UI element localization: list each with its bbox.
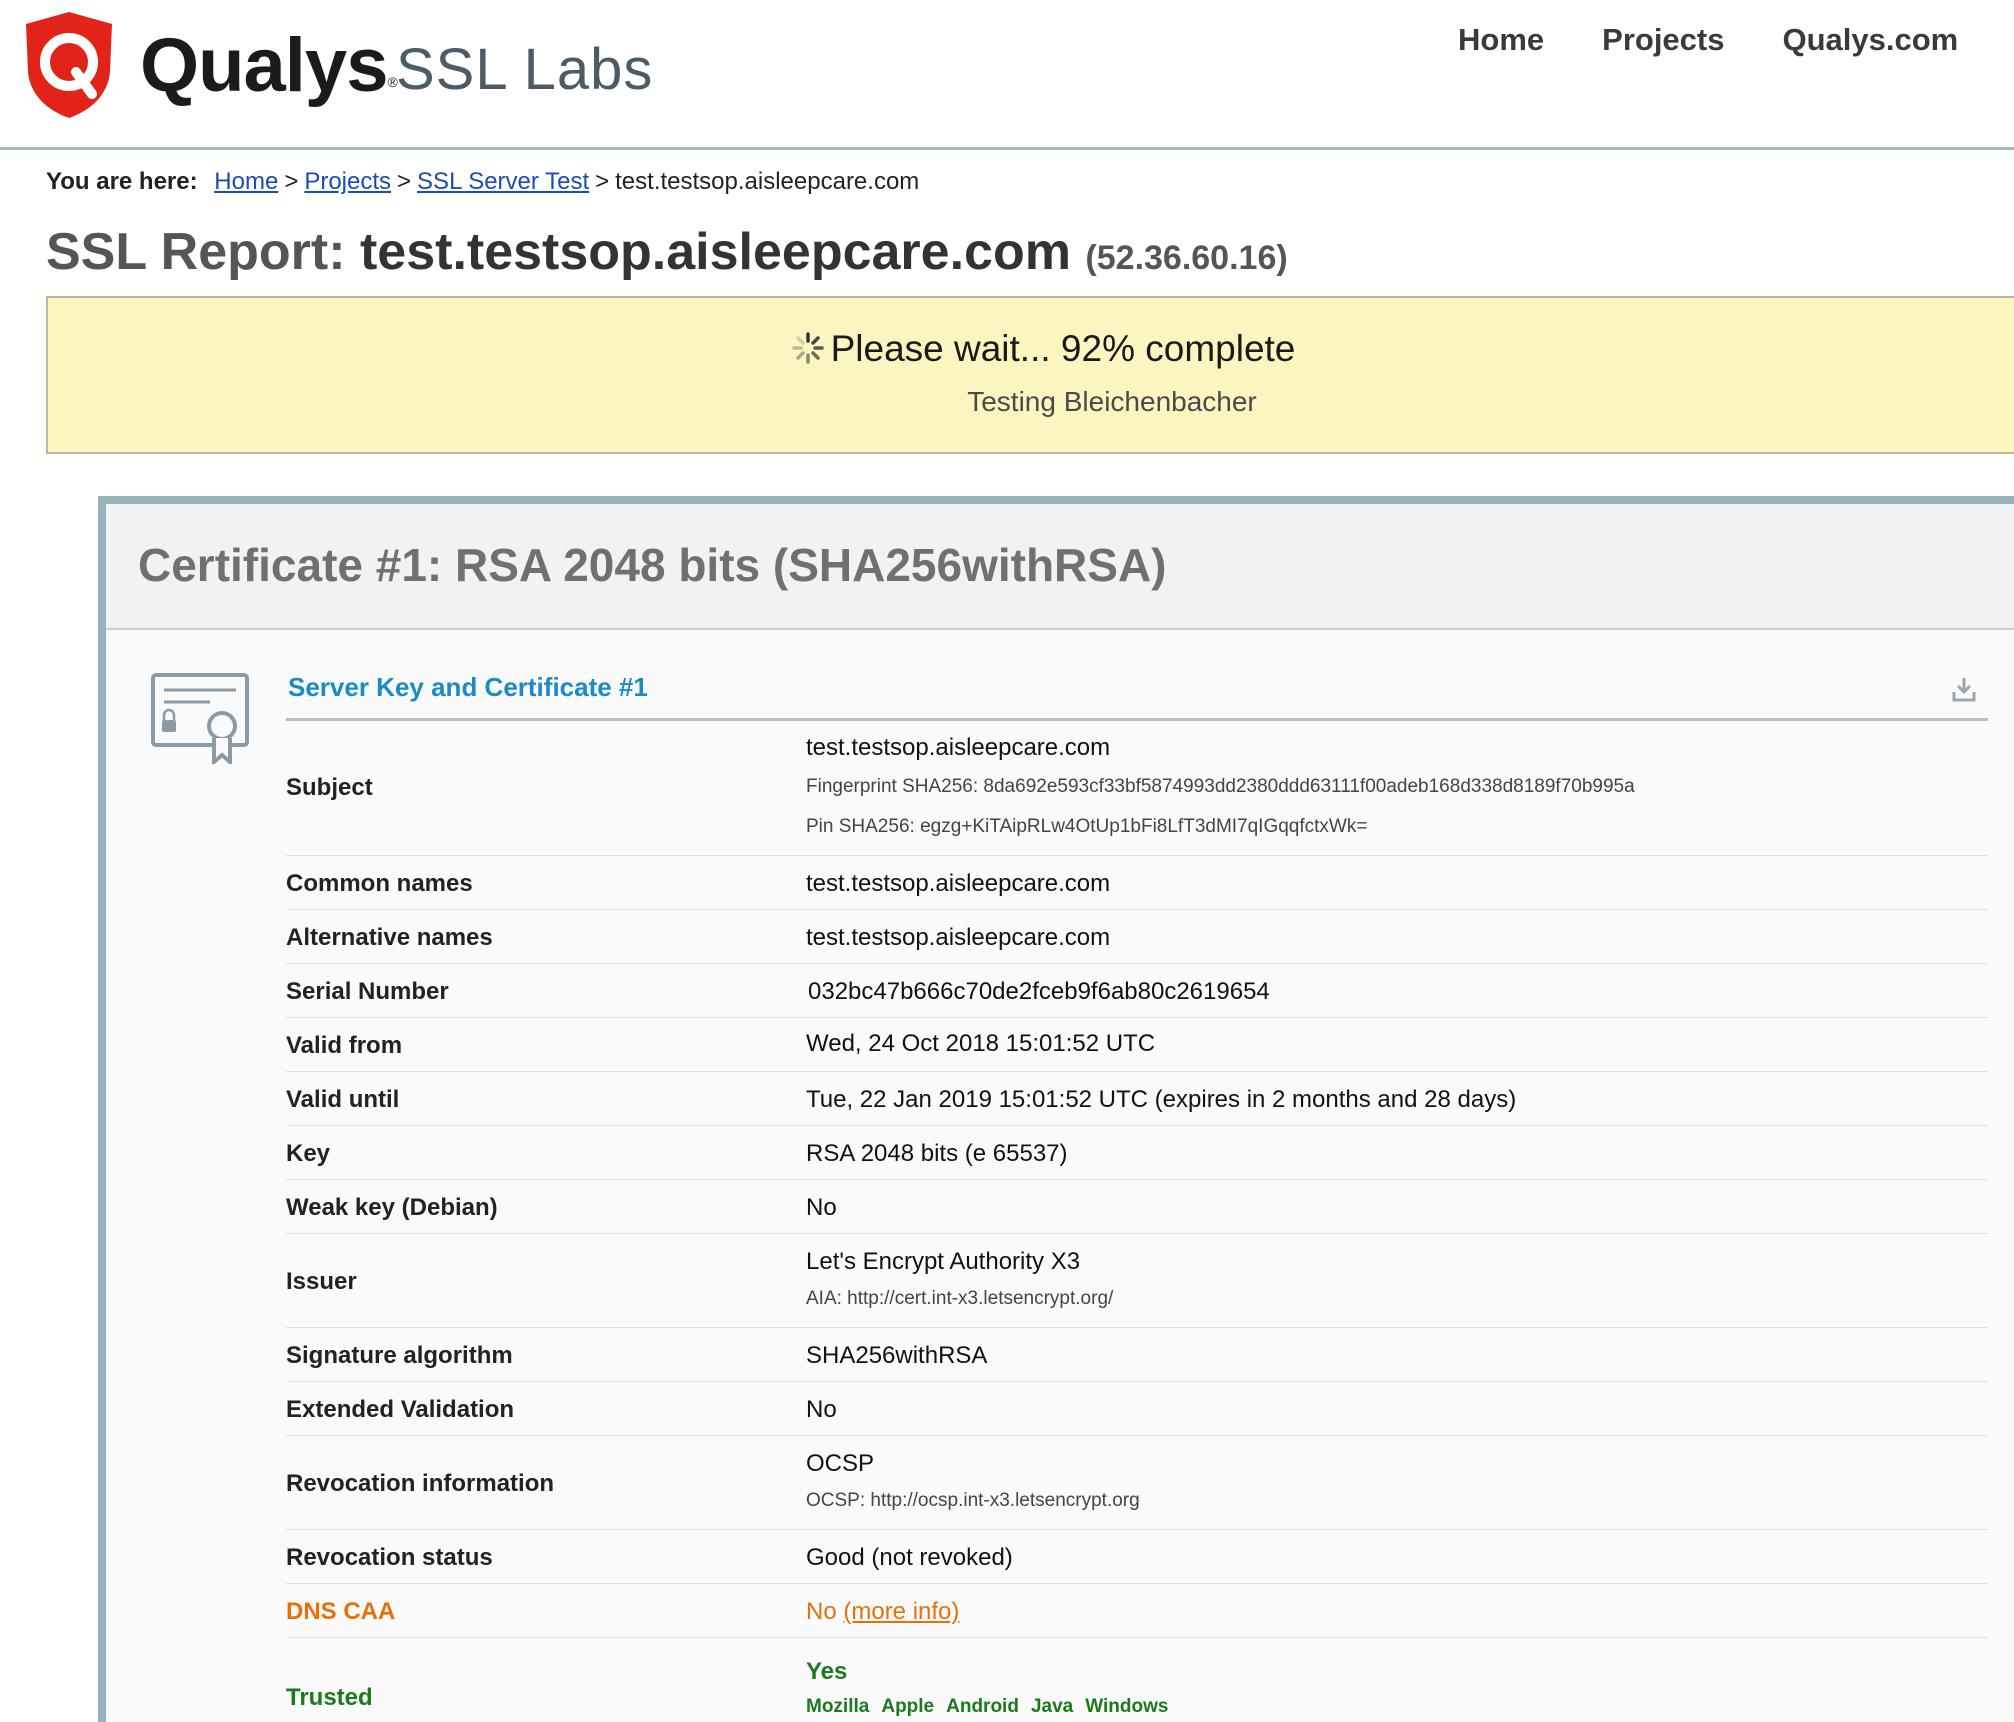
nav-qualys-com[interactable]: Qualys.com [1782,22,1958,58]
row-weak-key: Weak key (Debian) No [286,1180,1988,1234]
weak-key-label: Weak key (Debian) [286,1194,498,1221]
breadcrumb-home[interactable]: Home [214,168,278,195]
section-divider [286,718,1988,721]
dns-caa-more-info-link[interactable]: (more info) [843,1598,959,1625]
top-nav: Home Projects Qualys.com C [1458,22,2014,58]
breadcrumb: You are here: Home > Projects > SSL Server T… [46,168,919,196]
row-valid-from: Valid from Wed, 24 Oct 2018 15:01:52 UTC [286,1018,1988,1072]
trust-store-android: Android [946,1696,1019,1717]
page-title: SSL Report: test.testsop.aisleepcare.com… [46,222,1288,282]
subject-value: test.testsop.aisleepcare.com [806,734,1111,761]
sig-alg-value: SHA256withRSA [806,1342,988,1369]
issuer-value: Let's Encrypt Authority X3 [806,1248,1081,1275]
valid-until-value: Tue, 22 Jan 2019 15:01:52 UTC (expires i… [806,1086,1517,1113]
progress-status: Testing Bleichenbacher [967,386,1257,417]
issuer-aia: AIA: http://cert.int-x3.letsencrypt.org/ [806,1288,1114,1309]
trusted-value: Yes [806,1658,848,1685]
common-names-value: test.testsop.aisleepcare.com [806,870,1111,897]
sig-alg-label: Signature algorithm [286,1342,513,1369]
row-signature-algorithm: Signature algorithm SHA256withRSA [286,1328,1988,1382]
certificate-icon [151,673,249,764]
breadcrumb-separator: > [595,168,610,195]
row-dns-caa: DNS CAA No (more info) [286,1584,1988,1638]
certificate-header: Certificate #1: RSA 2048 bits (SHA256wit… [106,504,2014,630]
section-title: Server Key and Certificate #1 [288,672,648,702]
ev-label: Extended Validation [286,1396,515,1423]
trust-store-java: Java [1030,1696,1074,1717]
trust-store-windows: Windows [1085,1696,1169,1717]
revocation-info-value: OCSP [806,1450,875,1477]
subject-fingerprint: Fingerprint SHA256: 8da692e593cf33bf5874… [806,776,1635,797]
product-name: SSL Labs [396,37,654,102]
trust-store-apple: Apple [881,1696,935,1717]
row-valid-until: Valid until Tue, 22 Jan 2019 15:01:52 UT… [286,1072,1988,1126]
nav-projects[interactable]: Projects [1602,22,1724,58]
valid-from-label: Valid from [286,1032,403,1059]
dns-caa-status: No [806,1598,837,1625]
row-common-names: Common names test.testsop.aisleepcare.co… [286,856,1988,910]
key-value: RSA 2048 bits (e 65537) [806,1140,1068,1167]
dns-caa-value: No (more info) [806,1598,959,1626]
progress-box: Please wait... 92% complete Testing Blei… [46,296,2014,454]
breadcrumb-prefix: You are here: [46,168,198,195]
row-key: Key RSA 2048 bits (e 65537) [286,1126,1988,1180]
dns-caa-label: DNS CAA [286,1598,396,1625]
row-revocation-info: Revocation information OCSP OCSP: http:/… [286,1436,1988,1530]
progress-message-line: Please wait... 92% complete [48,328,2014,370]
row-alternative-names: Alternative names test.testsop.aisleepca… [286,910,1988,964]
row-issuer: Issuer Let's Encrypt Authority X3 AIA: h… [286,1234,1988,1328]
download-icon[interactable] [1952,676,1976,702]
ev-value: No [806,1396,837,1423]
breadcrumb-ssl-server-test[interactable]: SSL Server Test [417,168,589,195]
title-host: test.testsop.aisleepcare.com [359,223,1071,281]
progress-message: Please wait... 92% complete [830,328,1296,369]
site-header: Qualys® SSL Labs Home Projects Qualys.co… [0,0,2014,150]
row-extended-validation: Extended Validation No [286,1382,1988,1436]
key-label: Key [286,1140,331,1167]
brand-name[interactable]: Qualys® [140,22,398,109]
breadcrumb-projects[interactable]: Projects [304,168,391,195]
nav-home[interactable]: Home [1458,22,1544,58]
revocation-status-value: Good (not revoked) [806,1544,1013,1571]
common-names-label: Common names [286,870,473,897]
trust-store-mozilla: Mozilla [806,1696,870,1717]
revocation-ocsp: OCSP: http://ocsp.int-x3.letsencrypt.org [806,1490,1140,1511]
serial-label: Serial Number [286,978,449,1005]
subject-pin: Pin SHA256: egzg+KiTAipRLw4OtUp1bFi8LfT3… [806,816,1368,837]
row-serial-number: Serial Number 032bc47b666c70de2fceb9f6ab… [286,964,1988,1018]
qualys-shield-icon[interactable] [22,10,116,120]
subject-label: Subject [286,774,373,801]
row-subject: Subject test.testsop.aisleepcare.com Fin… [286,722,1988,856]
serial-value: 032bc47b666c70de2fceb9f6ab80c2619654 [808,978,1270,1005]
trust-stores: Mozilla Apple Android Java Windows [806,1696,1180,1718]
weak-key-value: No [806,1194,837,1221]
alt-names-label: Alternative names [286,924,493,951]
row-revocation-status: Revocation status Good (not revoked) [286,1530,1988,1584]
breadcrumb-separator: > [397,168,412,195]
valid-from-value: Wed, 24 Oct 2018 15:01:52 UTC [806,1030,1156,1057]
alt-names-value: test.testsop.aisleepcare.com [806,924,1111,951]
issuer-label: Issuer [286,1268,357,1295]
certificate-heading: Certificate #1: RSA 2048 bits (SHA256wit… [138,539,1167,591]
row-trusted: Trusted Yes Mozilla Apple Android Java Windo… [286,1638,1988,1722]
breadcrumb-separator: > [284,168,299,195]
trusted-label: Trusted [286,1684,373,1711]
title-prefix: SSL Report: [46,223,346,281]
revocation-status-label: Revocation status [286,1544,493,1571]
revocation-info-label: Revocation information [286,1470,555,1497]
loading-spinner-icon [791,331,825,365]
valid-until-label: Valid until [286,1086,400,1113]
title-ip: (52.36.60.16) [1085,239,1288,277]
breadcrumb-current: test.testsop.aisleepcare.com [615,168,920,195]
